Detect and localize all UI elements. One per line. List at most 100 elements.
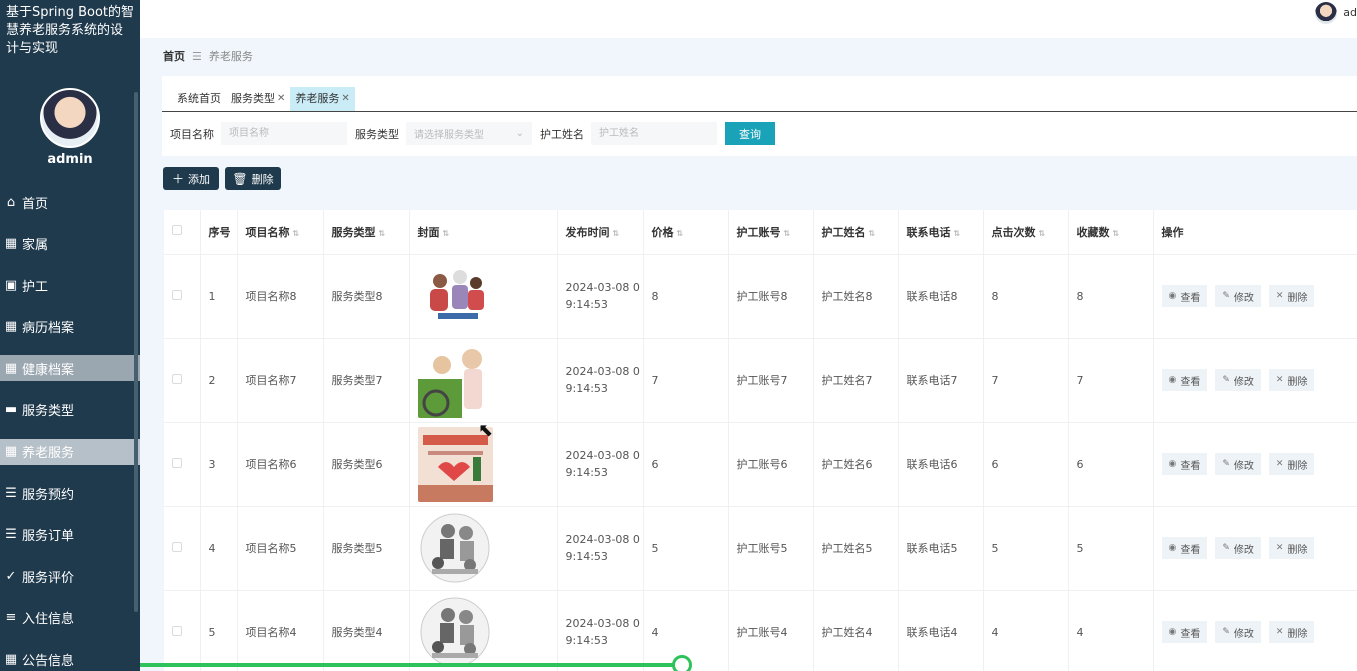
view-button[interactable]: ◉ 查看	[1161, 369, 1208, 391]
delete-button[interactable]: 🗑 删除	[225, 167, 281, 190]
row-delete-button[interactable]: ✕ 删除	[1268, 621, 1315, 643]
tab-system-home[interactable]: 系统首页	[172, 87, 226, 111]
tab-label: 养老服务	[295, 92, 340, 105]
sort-icon[interactable]: ⇅	[954, 229, 961, 238]
nurse-name-label: 护工姓名	[540, 127, 584, 141]
row-index: 2	[200, 338, 238, 423]
mouse-cursor-icon: ⬉	[478, 420, 494, 441]
edit-button[interactable]: ✎ 修改	[1215, 369, 1261, 391]
sort-icon[interactable]: ⇅	[379, 229, 386, 238]
edit-button[interactable]: ✎ 修改	[1215, 453, 1261, 475]
row-checkbox[interactable]	[172, 625, 182, 636]
topbar: ad	[140, 0, 1357, 38]
sort-icon[interactable]: ⇅	[869, 229, 876, 238]
col-header[interactable]: 价格 ⇅	[643, 210, 729, 255]
operations-cell: ◉ 查看 ✎ 修改 ✕ 删除	[1153, 254, 1357, 339]
view-button[interactable]: ◉ 查看	[1161, 621, 1208, 643]
operations-cell: ◉ 查看 ✎ 修改 ✕ 删除	[1153, 422, 1357, 507]
sort-icon[interactable]: ⇅	[1113, 229, 1120, 238]
row-delete-button[interactable]: ✕ 删除	[1268, 453, 1315, 475]
view-button[interactable]: ◉ 查看	[1161, 537, 1208, 559]
row-delete-button[interactable]: ✕ 删除	[1268, 369, 1315, 391]
sort-icon[interactable]: ⇅	[613, 229, 620, 238]
row-checkbox[interactable]	[172, 457, 182, 468]
service-type-select[interactable]: 请选择服务类型 ⌄	[406, 122, 532, 145]
cover-image[interactable]	[417, 258, 493, 334]
sidebar-item-service-types[interactable]: ▬ 服务类型	[0, 397, 140, 423]
main-card: 系统首页 服务类型 ✕ 养老服务 ✕ 项目名称 服务类型 请选择服务类型 ⌄ 护…	[162, 76, 1357, 156]
plus-icon: ＋	[171, 172, 184, 186]
cover-image[interactable]	[417, 342, 493, 418]
row-checkbox[interactable]	[172, 373, 182, 384]
project-name-label: 项目名称	[170, 127, 214, 141]
clicks-cell: 6	[983, 422, 1069, 507]
sort-icon[interactable]: ⇅	[1039, 229, 1046, 238]
user-avatar[interactable]	[1315, 2, 1337, 24]
sidebar-menu: ⌂ 首页 ▦ 家属 ▣ 护工 ▦ 病历档案 ▦ 健康档案 ▬ 服务类型 ▦ 养老…	[0, 189, 140, 671]
row-delete-button[interactable]: ✕ 删除	[1268, 285, 1315, 307]
sidebar-item-service-orders[interactable]: ☰ 服务订单	[0, 522, 140, 548]
cover-cell	[409, 590, 558, 671]
add-button[interactable]: ＋ 添加	[163, 167, 219, 190]
cover-image[interactable]	[417, 510, 493, 586]
col-header-label: 价格	[651, 225, 674, 239]
sidebar-item-checkin-info[interactable]: ≡ 入住信息	[0, 605, 140, 631]
col-header-label: 收藏数	[1076, 225, 1110, 239]
query-button[interactable]: 查询	[725, 122, 775, 145]
col-header[interactable]: 服务类型 ⇅	[323, 210, 410, 255]
sidebar-item-service-booking[interactable]: ☰ 服务预约	[0, 480, 140, 506]
sidebar-item-caregiver[interactable]: ▣ 护工	[0, 272, 140, 298]
top-user-name[interactable]: ad	[1343, 6, 1357, 19]
table-row: 4 项目名称5 服务类型5 2024-03-08 0 9:14:53 5 护工账号5 护工姓名…	[164, 506, 1357, 591]
sort-icon[interactable]: ⇅	[784, 229, 791, 238]
sort-icon[interactable]: ⇅	[443, 229, 450, 238]
edit-button[interactable]: ✎ 修改	[1215, 285, 1261, 307]
close-icon[interactable]: ✕	[277, 87, 285, 111]
row-checkbox[interactable]	[172, 541, 182, 552]
favorites-cell: 4	[1068, 590, 1154, 671]
sidebar-item-announcements[interactable]: ▦ 公告信息	[0, 647, 140, 671]
col-header[interactable]: 护工账号 ⇅	[728, 210, 814, 255]
col-header[interactable]: 点击次数 ⇅	[983, 210, 1069, 255]
sidebar-item-health-records[interactable]: ▦ 健康档案	[0, 355, 140, 382]
nurse-name-input[interactable]	[591, 122, 717, 145]
sidebar-item-service-reviews[interactable]: ✓ 服务评价	[0, 563, 140, 589]
col-header-label: 护工账号	[736, 225, 781, 239]
view-button[interactable]: ◉ 查看	[1161, 453, 1208, 475]
project-name-input[interactable]	[221, 122, 347, 145]
col-header[interactable]: 联系电话 ⇅	[898, 210, 984, 255]
sidebar-item-elderly-services[interactable]: ▦ 养老服务	[0, 438, 140, 465]
edit-button[interactable]: ✎ 修改	[1215, 537, 1261, 559]
tab-service-types[interactable]: 服务类型 ✕	[226, 87, 290, 111]
col-header[interactable]: 护工姓名 ⇅	[813, 210, 899, 255]
service-type-cell: 服务类型6	[323, 422, 410, 507]
service-type-label: 服务类型	[355, 127, 399, 141]
close-icon[interactable]: ✕	[341, 87, 349, 111]
nurse-name-cell: 护工姓名8	[813, 254, 899, 339]
col-header[interactable]: 发布时间 ⇅	[557, 210, 644, 255]
sort-icon[interactable]: ⇅	[677, 229, 684, 238]
sidebar-item-home[interactable]: ⌂ 首页	[0, 189, 140, 215]
sidebar-item-family[interactable]: ▦ 家属	[0, 231, 140, 257]
view-button[interactable]: ◉ 查看	[1161, 285, 1208, 307]
avatar[interactable]	[40, 88, 100, 148]
sidebar-scrollbar[interactable]	[134, 92, 138, 612]
col-header[interactable]: 封面 ⇅	[409, 210, 558, 255]
clicks-cell: 7	[983, 338, 1069, 423]
col-header[interactable]: 项目名称 ⇅	[237, 210, 324, 255]
progress-bar[interactable]	[140, 663, 675, 667]
progress-knob[interactable]	[672, 655, 692, 671]
phone-cell: 联系电话4	[898, 590, 984, 671]
delete-button-label: 删除	[1287, 544, 1308, 556]
tab-elderly-services[interactable]: 养老服务 ✕	[290, 87, 355, 111]
row-checkbox[interactable]	[172, 289, 182, 300]
sort-icon[interactable]: ⇅	[293, 229, 300, 238]
sidebar-item-medical-records[interactable]: ▦ 病历档案	[0, 314, 140, 340]
edit-button[interactable]: ✎ 修改	[1215, 621, 1261, 643]
cover-image[interactable]	[417, 594, 493, 670]
row-delete-button[interactable]: ✕ 删除	[1268, 537, 1315, 559]
clicks-cell: 5	[983, 506, 1069, 591]
breadcrumb-home[interactable]: 首页	[163, 48, 185, 64]
select-all-checkbox[interactable]	[172, 225, 182, 236]
col-header[interactable]: 收藏数 ⇅	[1068, 210, 1154, 255]
